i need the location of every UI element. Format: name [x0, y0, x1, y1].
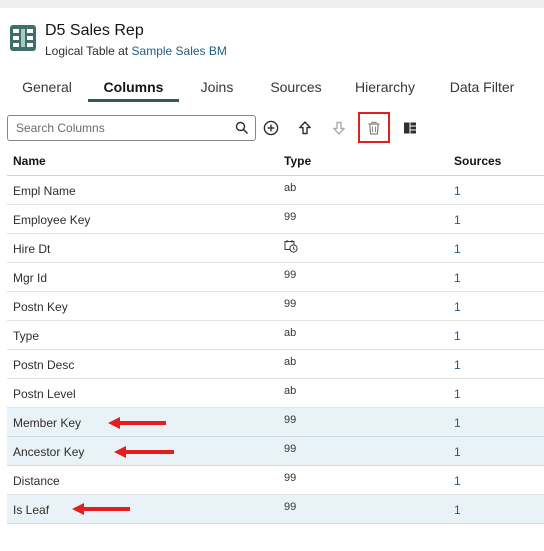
page-title: D5 Sales Rep: [45, 22, 144, 39]
column-layout-icon: [404, 122, 416, 134]
column-header-name[interactable]: Name: [13, 154, 46, 168]
column-type: ab: [284, 327, 297, 339]
column-name: Postn Key: [13, 300, 68, 314]
column-name: Type: [13, 329, 40, 343]
column-type: ab: [284, 385, 297, 397]
tab-columns[interactable]: Columns: [88, 72, 179, 102]
tab-data-filter[interactable]: Data Filter: [438, 72, 526, 102]
business-model-link[interactable]: Sample Sales BM: [132, 44, 227, 58]
column-type: ab: [284, 356, 297, 368]
column-sources-link[interactable]: 1: [454, 358, 461, 372]
column-sources-link[interactable]: 1: [454, 184, 461, 198]
column-type: [284, 240, 298, 257]
table-row[interactable]: Postn Key 99 1: [7, 292, 544, 321]
column-header-type[interactable]: Type: [284, 154, 311, 168]
annotation-arrow-icon: [108, 417, 166, 429]
move-up-icon: [299, 121, 311, 135]
active-tab-indicator: [88, 99, 179, 102]
column-layout-button[interactable]: [398, 116, 422, 140]
move-down-button[interactable]: [327, 116, 351, 140]
column-sources-link[interactable]: 1: [454, 445, 461, 459]
column-name: Distance: [13, 474, 60, 488]
table-row[interactable]: Empl Name ab 1: [7, 176, 544, 205]
tab-joins[interactable]: Joins: [187, 72, 247, 102]
column-sources-link[interactable]: 1: [454, 387, 461, 401]
column-sources-link[interactable]: 1: [454, 271, 461, 285]
annotation-arrow-icon: [72, 503, 130, 515]
table-row[interactable]: Distance 99 1: [7, 466, 544, 495]
search-box: [7, 115, 256, 141]
page-subtitle: Logical Table at Sample Sales BM: [45, 43, 227, 59]
column-sources-link[interactable]: 1: [454, 213, 461, 227]
tab-hierarchy[interactable]: Hierarchy: [344, 72, 426, 102]
table-row[interactable]: Type ab 1: [7, 321, 544, 350]
column-sources-link[interactable]: 1: [454, 300, 461, 314]
column-name: Postn Level: [13, 387, 76, 401]
move-down-icon: [333, 121, 345, 135]
table-row[interactable]: Postn Desc ab 1: [7, 350, 544, 379]
column-type: ab: [284, 182, 297, 194]
top-strip: [0, 0, 544, 8]
table-row[interactable]: Hire Dt 1: [7, 234, 544, 263]
column-type: 99: [284, 211, 297, 223]
delete-button-highlight: [358, 112, 390, 143]
column-type: 99: [284, 298, 297, 310]
tab-sources[interactable]: Sources: [258, 72, 334, 102]
column-header-sources[interactable]: Sources: [454, 154, 501, 168]
column-sources-link[interactable]: 1: [454, 503, 461, 517]
subtitle-prefix: Logical Table at: [45, 44, 132, 58]
page-header: D5 Sales Rep Logical Table at Sample Sal…: [10, 22, 227, 58]
column-name: Employee Key: [13, 213, 91, 227]
table-row-selected[interactable]: Ancestor Key 99 1: [7, 437, 544, 466]
add-circle-icon: [263, 120, 279, 136]
column-sources-link[interactable]: 1: [454, 242, 461, 256]
tab-general[interactable]: General: [10, 72, 84, 102]
columns-grid: Name Type Sources Empl Name ab 1 Employe…: [7, 147, 544, 524]
column-name: Mgr Id: [13, 271, 48, 285]
column-name: Is Leaf: [13, 503, 50, 517]
column-type: 99: [284, 472, 297, 484]
annotation-arrow-icon: [114, 446, 174, 458]
column-type: 99: [284, 414, 297, 426]
column-type: 99: [284, 501, 297, 513]
tab-bar: General Columns Joins Sources Hierarchy …: [0, 72, 544, 104]
column-name: Postn Desc: [13, 358, 75, 372]
column-type: 99: [284, 269, 297, 281]
table-row-selected[interactable]: Member Key 99 1: [7, 408, 544, 437]
column-name: Member Key: [13, 416, 82, 430]
move-up-button[interactable]: [293, 116, 317, 140]
search-input[interactable]: [16, 120, 226, 136]
datetime-icon: [284, 240, 298, 253]
column-name: Empl Name: [13, 184, 76, 198]
table-row[interactable]: Mgr Id 99 1: [7, 263, 544, 292]
column-sources-link[interactable]: 1: [454, 329, 461, 343]
table-row[interactable]: Employee Key 99 1: [7, 205, 544, 234]
table-row[interactable]: Postn Level ab 1: [7, 379, 544, 408]
search-icon[interactable]: [235, 121, 249, 135]
column-sources-link[interactable]: 1: [454, 416, 461, 430]
column-sources-link[interactable]: 1: [454, 474, 461, 488]
grid-header: Name Type Sources: [7, 147, 544, 176]
column-name: Ancestor Key: [13, 445, 85, 459]
column-name: Hire Dt: [13, 242, 51, 256]
add-column-button[interactable]: [259, 116, 283, 140]
logical-table-icon: [10, 25, 36, 51]
column-type: 99: [284, 443, 297, 455]
